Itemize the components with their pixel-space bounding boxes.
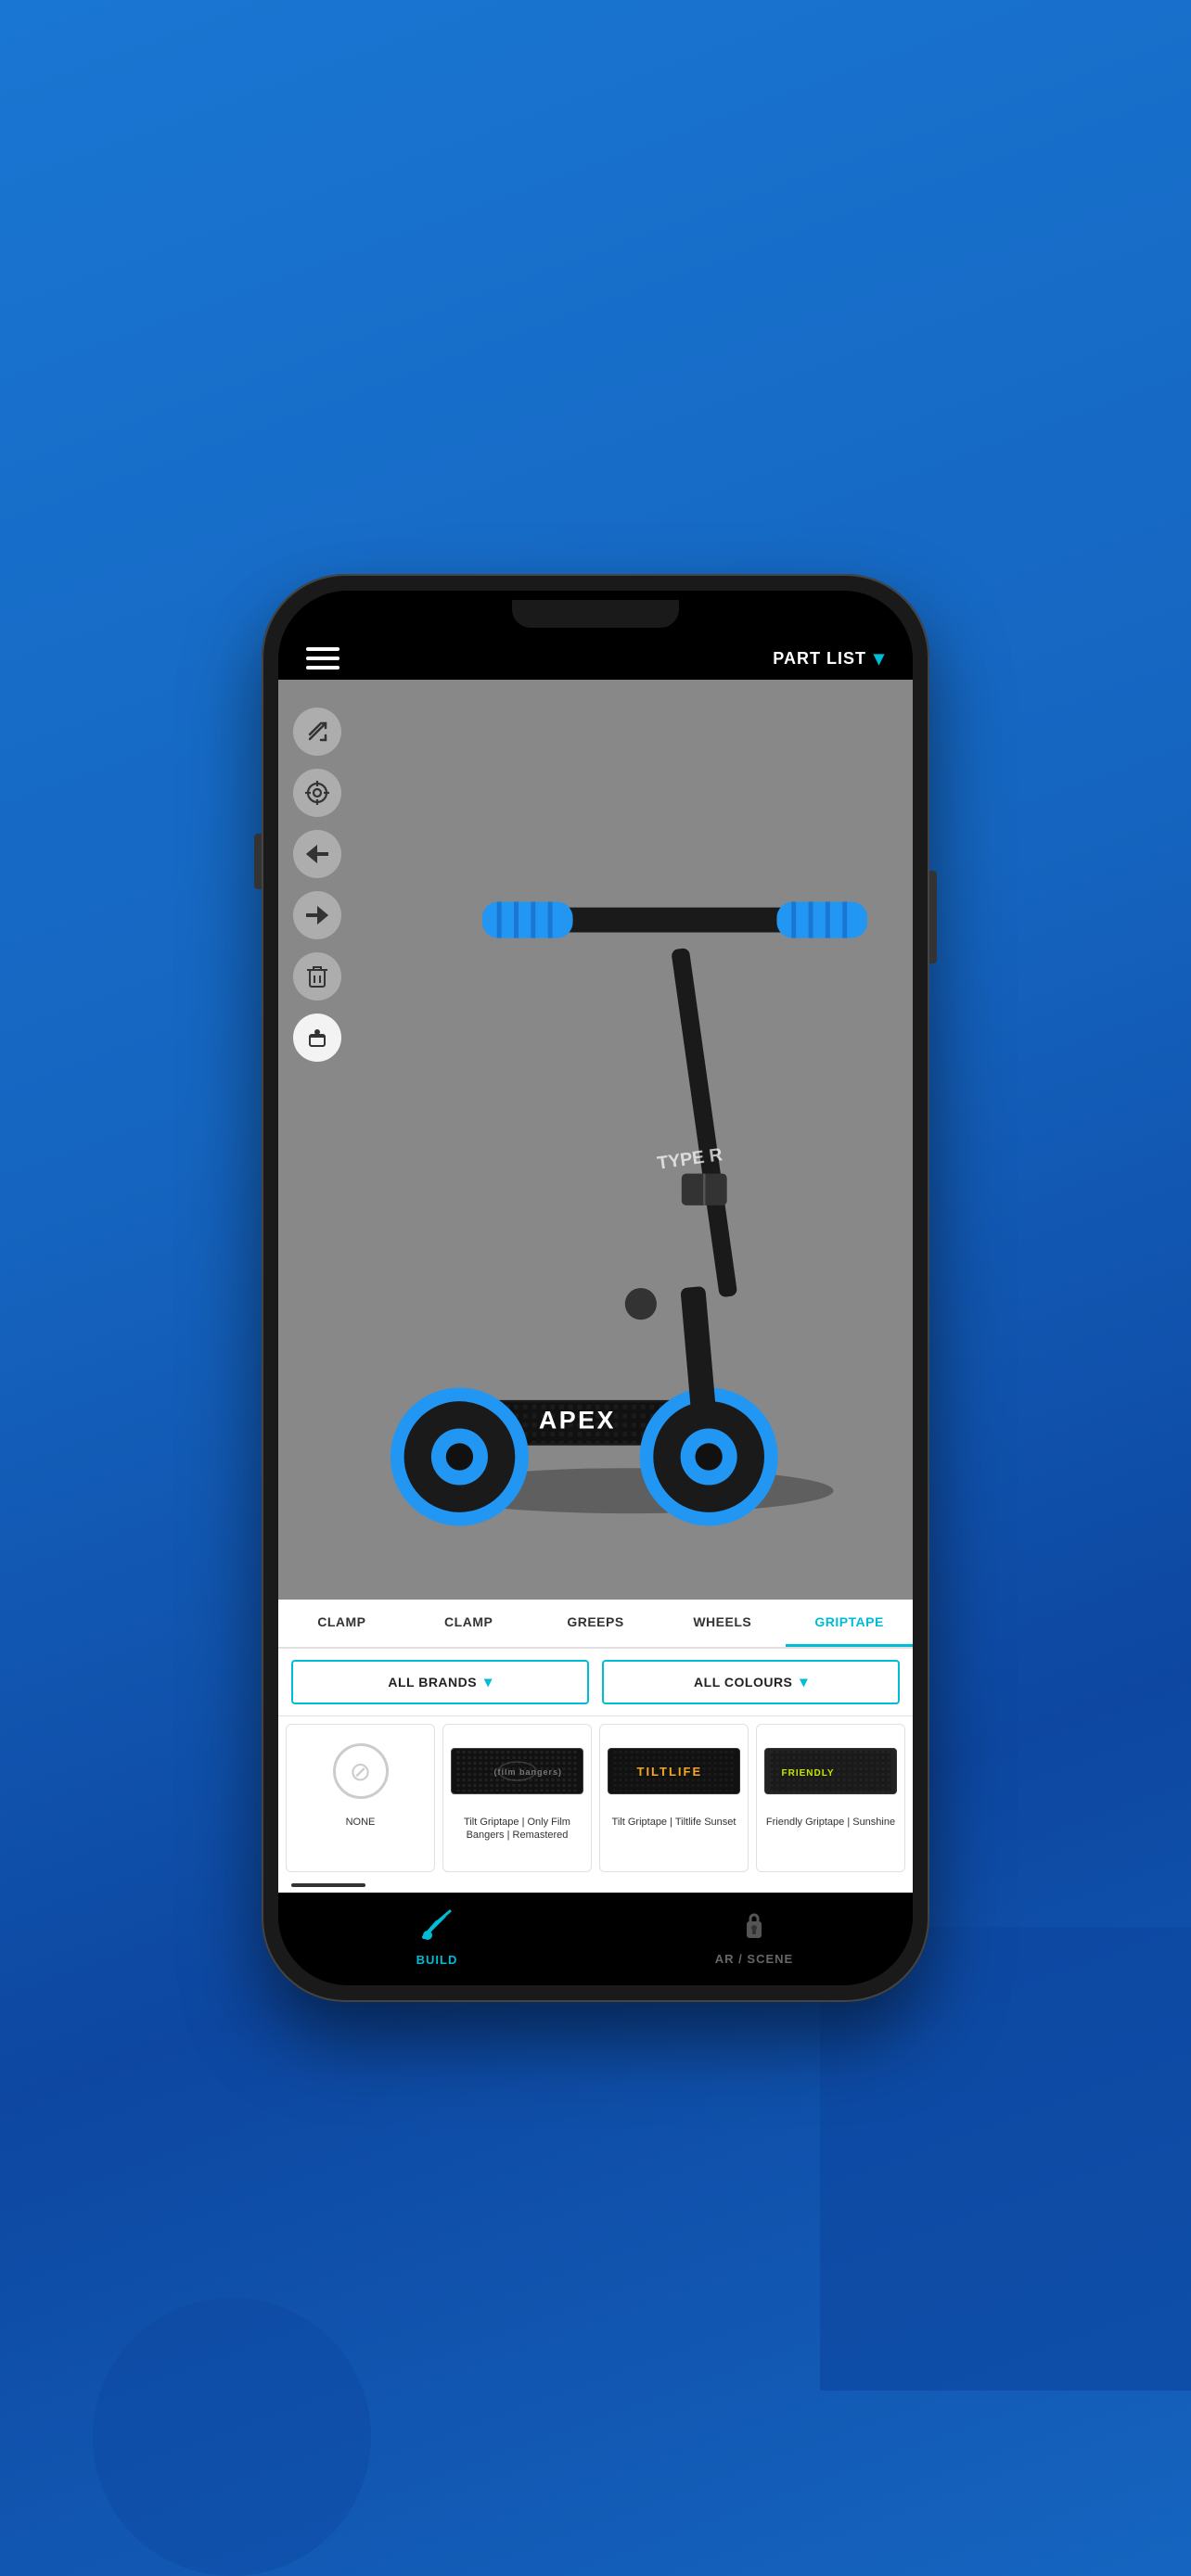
colours-chevron: ▾ — [800, 1673, 808, 1691]
product-none-image-area: ⊘ — [294, 1734, 427, 1808]
build-icon — [420, 1907, 454, 1947]
tab-griptape[interactable]: GRIPTAPE — [786, 1600, 913, 1647]
target-button[interactable] — [293, 769, 341, 817]
filter-row: ALL BRANDS ▾ ALL COLOURS ▾ — [278, 1649, 913, 1716]
hamburger-line-2 — [306, 657, 339, 660]
product-card-none[interactable]: ⊘ NONE — [286, 1724, 435, 1872]
part-list-button[interactable]: PART LIST ▾ — [773, 646, 885, 670]
product-none-name: NONE — [346, 1816, 376, 1829]
product-card-tilt-film[interactable]: (film bangers) Tilt Griptape | Only Film… — [442, 1724, 592, 1872]
power-button — [929, 871, 937, 963]
none-icon: ⊘ — [333, 1743, 389, 1799]
delete-button[interactable] — [293, 952, 341, 1001]
product-tilt-sunset-image-area: TILTLIFE — [608, 1734, 740, 1808]
product-friendly-image-area: FRIENDLY — [764, 1734, 897, 1808]
none-slash: ⊘ — [350, 1756, 371, 1787]
product-friendly-name: Friendly Griptape | Sunshine — [766, 1816, 895, 1829]
friendly-griptape-image: FRIENDLY — [764, 1748, 897, 1794]
svg-text:FRIENDLY: FRIENDLY — [782, 1768, 835, 1779]
back-button[interactable] — [293, 830, 341, 878]
tab-clamp1[interactable]: CLAMP — [278, 1600, 405, 1647]
scooter-illustration: APEX — [278, 680, 913, 1600]
scooter-viewer: APEX — [278, 680, 913, 1600]
scroll-indicator — [278, 1880, 913, 1893]
svg-text:(film bangers): (film bangers) — [494, 1767, 563, 1777]
ar-scene-icon — [738, 1908, 770, 1946]
part-list-chevron: ▾ — [874, 646, 885, 670]
top-navigation: PART LIST ▾ — [278, 637, 913, 680]
product-tilt-sunset-name: Tilt Griptape | Tiltlife Sunset — [612, 1816, 736, 1829]
tab-wheels[interactable]: WHEELS — [659, 1600, 786, 1647]
product-card-tilt-sunset[interactable]: TILTLIFE Tilt Griptape | Tiltlife Sunset — [599, 1724, 749, 1872]
product-card-friendly-sunshine[interactable]: FRIENDLY Friendly Griptape | Sunshine — [756, 1724, 905, 1872]
volume-button — [254, 834, 262, 889]
build-label: BUILD — [416, 1953, 458, 1967]
tab-clamp2[interactable]: CLAMP — [405, 1600, 532, 1647]
phone-screen: PART LIST ▾ — [278, 591, 913, 1985]
scooter-3d-view[interactable]: APEX — [278, 680, 913, 1600]
brands-filter-label: ALL BRANDS — [388, 1675, 477, 1690]
products-grid: ⊘ NONE — [278, 1716, 913, 1880]
nav-ar-scene[interactable]: AR / SCENE — [596, 1893, 913, 1985]
colours-filter-button[interactable]: ALL COLOURS ▾ — [602, 1660, 900, 1704]
hamburger-line-3 — [306, 666, 339, 670]
scroll-bar — [291, 1883, 365, 1887]
svg-text:APEX: APEX — [539, 1406, 616, 1434]
brands-chevron: ▾ — [484, 1673, 493, 1691]
hamburger-menu-button[interactable] — [306, 647, 339, 670]
part-list-label: PART LIST — [773, 649, 866, 669]
phone-shell: PART LIST ▾ — [262, 574, 929, 2002]
category-tabs: CLAMP CLAMP GREEPS WHEELS GRIPTAPE — [278, 1600, 913, 1649]
hamburger-line-1 — [306, 647, 339, 651]
tilt-sunset-griptape-image: TILTLIFE — [608, 1748, 740, 1794]
notch — [512, 600, 679, 628]
ar-label: AR / SCENE — [715, 1952, 793, 1966]
tilt-film-griptape-image: (film bangers) — [451, 1748, 583, 1794]
scale-button[interactable] — [293, 1014, 341, 1062]
brands-filter-button[interactable]: ALL BRANDS ▾ — [291, 1660, 589, 1704]
nav-build[interactable]: BUILD — [278, 1893, 596, 1985]
share-button[interactable] — [293, 708, 341, 756]
svg-text:TILTLIFE: TILTLIFE — [637, 1765, 703, 1779]
app-background: PART LIST ▾ — [0, 0, 1191, 2576]
product-tilt-film-image-area: (film bangers) — [451, 1734, 583, 1808]
colours-filter-label: ALL COLOURS — [694, 1675, 792, 1690]
status-bar — [278, 591, 913, 637]
side-toolbar — [293, 708, 341, 1062]
bottom-navigation: BUILD AR / SCENE — [278, 1893, 913, 1985]
tab-greeps[interactable]: GREEPS — [532, 1600, 660, 1647]
product-tilt-film-name: Tilt Griptape | Only Film Bangers | Rema… — [451, 1816, 583, 1843]
forward-button[interactable] — [293, 891, 341, 939]
